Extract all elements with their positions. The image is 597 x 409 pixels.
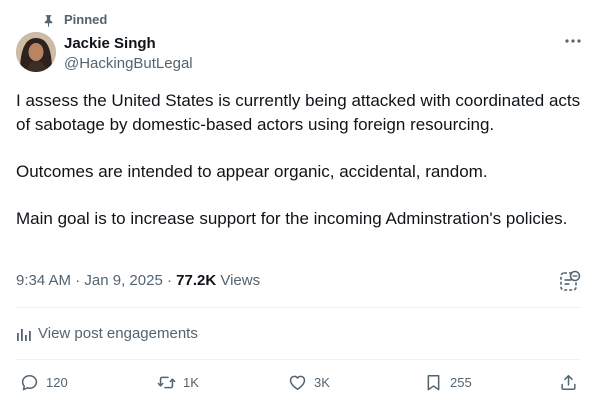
- reply-count: 120: [46, 374, 68, 390]
- post-time[interactable]: 9:34 AM: [16, 272, 71, 289]
- display-name[interactable]: Jackie Singh: [64, 34, 193, 53]
- post-date[interactable]: Jan 9, 2025: [84, 272, 162, 289]
- share-upload-icon: [561, 375, 576, 390]
- bookmark-button[interactable]: 255: [424, 373, 472, 392]
- tweet-text: I assess the United States is currently …: [16, 89, 582, 230]
- like-button[interactable]: 3K: [288, 373, 330, 392]
- repost-button[interactable]: 1K: [157, 373, 199, 392]
- pinned-label: Pinned: [64, 12, 108, 27]
- tweet-paragraph: Main goal is to increase support for the…: [16, 208, 568, 228]
- bookmark-icon: [427, 375, 440, 391]
- pinned-indicator: Pinned: [42, 12, 107, 28]
- repost-arrows-icon: [157, 376, 176, 389]
- user-info: Jackie Singh @HackingButLegal: [64, 34, 193, 73]
- divider: [16, 359, 581, 360]
- user-handle[interactable]: @HackingButLegal: [64, 54, 193, 73]
- views-label: Views: [216, 272, 261, 289]
- meta-separator: ·: [71, 272, 85, 289]
- view-engagements-label: View post engagements: [38, 325, 198, 342]
- divider: [16, 307, 581, 308]
- bookmark-count: 255: [450, 374, 472, 390]
- grok-explain-icon: [560, 270, 581, 291]
- more-dots-icon: [565, 39, 581, 43]
- pin-icon: [44, 14, 53, 27]
- like-count: 3K: [314, 374, 330, 390]
- share-button[interactable]: [559, 373, 578, 392]
- tweet-meta: 9:34 AM · Jan 9, 2025 · 77.2K Views: [16, 271, 260, 291]
- views-count: 77.2K: [176, 272, 217, 289]
- more-options-button[interactable]: [563, 34, 583, 48]
- heart-icon: [289, 375, 306, 390]
- reply-button[interactable]: 120: [20, 373, 68, 392]
- reply-bubble-icon: [21, 375, 38, 391]
- view-engagements-link[interactable]: View post engagements: [16, 324, 198, 344]
- avatar[interactable]: [16, 32, 56, 72]
- analytics-bars-icon: [17, 329, 31, 341]
- action-bar: 120 1K 3K 255: [16, 373, 581, 395]
- tweet-paragraph: I assess the United States is currently …: [16, 91, 581, 134]
- tweet-paragraph: Outcomes are intended to appear organic,…: [16, 161, 488, 181]
- repost-count: 1K: [183, 374, 199, 390]
- grok-explain-button[interactable]: [559, 270, 581, 292]
- meta-separator: ·: [162, 272, 177, 289]
